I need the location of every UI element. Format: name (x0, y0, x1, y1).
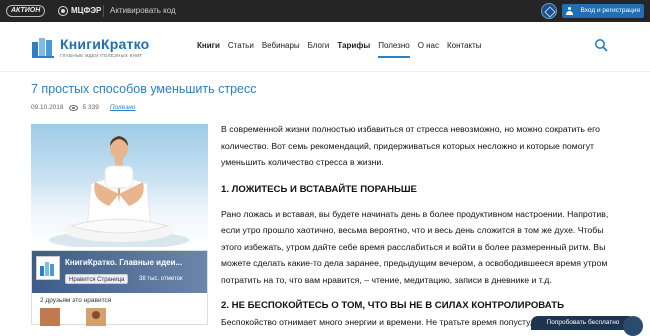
site-logo-subtitle: ГЛАВНЫЕ ИДЕИ ПОЛЕЗНЫХ КНИГ (60, 53, 143, 58)
main-nav: Книги Статьи Вебинары Блоги Тарифы Полез… (197, 40, 490, 58)
article-title: 7 простых способов уменьшить стресс (31, 82, 257, 96)
article-date: 09.10.2018 (31, 104, 64, 111)
user-icon (566, 7, 573, 15)
facebook-friends-text: 2 друзьям это нравится (40, 297, 112, 304)
site-logo-title[interactable]: КнигиКратко (60, 36, 149, 52)
meditation-illustration (49, 136, 189, 247)
category-link[interactable]: Полезно (110, 104, 136, 111)
aktion-logo[interactable]: АКТИОН (6, 5, 46, 17)
nav-item-tariffs[interactable]: Тарифы (337, 40, 370, 58)
nav-item-webinars[interactable]: Вебинары (262, 40, 300, 58)
article-body: В современной жизни полностью избавиться… (221, 121, 621, 331)
facebook-widget: КнигиКратко. Главные идеи... Нравится Ст… (31, 250, 208, 326)
nav-item-articles[interactable]: Статьи (228, 40, 254, 58)
divider (103, 5, 104, 17)
mcfer-logo[interactable]: МЦФЭР (58, 5, 101, 17)
login-button-label: Вход и регистрация (580, 7, 640, 14)
nav-item-blogs[interactable]: Блоги (308, 40, 330, 58)
activate-code-link[interactable]: Активировать код (110, 5, 176, 17)
mcfer-label: МЦФЭР (71, 6, 102, 15)
eye-icon (68, 104, 78, 111)
site-header: КнигиКратко ГЛАВНЫЕ ИДЕИ ПОЛЕЗНЫХ КНИГ К… (0, 22, 650, 72)
nav-item-useful[interactable]: Полезно (378, 40, 410, 58)
nav-item-contacts[interactable]: Контакты (447, 40, 482, 58)
mcfer-icon (58, 6, 68, 16)
article-intro: В современной жизни полностью избавиться… (221, 124, 600, 167)
facebook-like-button[interactable]: Нравится Страница (65, 274, 129, 284)
login-button[interactable]: Вход и регистрация (562, 4, 644, 18)
section-heading-2: 2. НЕ БЕСПОКОЙТЕСЬ О ТОМ, ЧТО ВЫ НЕ В СИ… (221, 300, 564, 311)
nav-item-books[interactable]: Книги (197, 40, 220, 58)
emblem-icon[interactable] (541, 3, 557, 19)
search-icon[interactable] (594, 38, 608, 52)
friend-avatar[interactable] (86, 308, 106, 326)
top-bar: АКТИОН МЦФЭР Активировать код Вход и рег… (0, 0, 650, 22)
books-logo-icon[interactable] (32, 36, 54, 58)
facebook-page-avatar[interactable] (36, 256, 60, 280)
scroll-top-button[interactable] (623, 316, 643, 336)
facebook-page-name[interactable]: КнигиКратко. Главные идеи... (65, 258, 182, 267)
nav-item-about[interactable]: О нас (418, 40, 439, 58)
try-free-button[interactable]: Попробовать бесплатно (531, 316, 635, 330)
section-heading-1: 1. ЛОЖИТЕСЬ И ВСТАВАЙТЕ ПОРАНЬШЕ (221, 183, 417, 195)
article-hero-image (31, 124, 208, 247)
friend-avatar[interactable] (40, 308, 60, 326)
view-count: 5 339 (82, 104, 99, 111)
facebook-like-count: 38 тыс. отметок (139, 276, 183, 282)
article-meta: 09.10.2018 5 339 Полезно (31, 104, 135, 111)
section-paragraph-1: Рано ложась и вставая, вы будете начинат… (221, 208, 609, 285)
